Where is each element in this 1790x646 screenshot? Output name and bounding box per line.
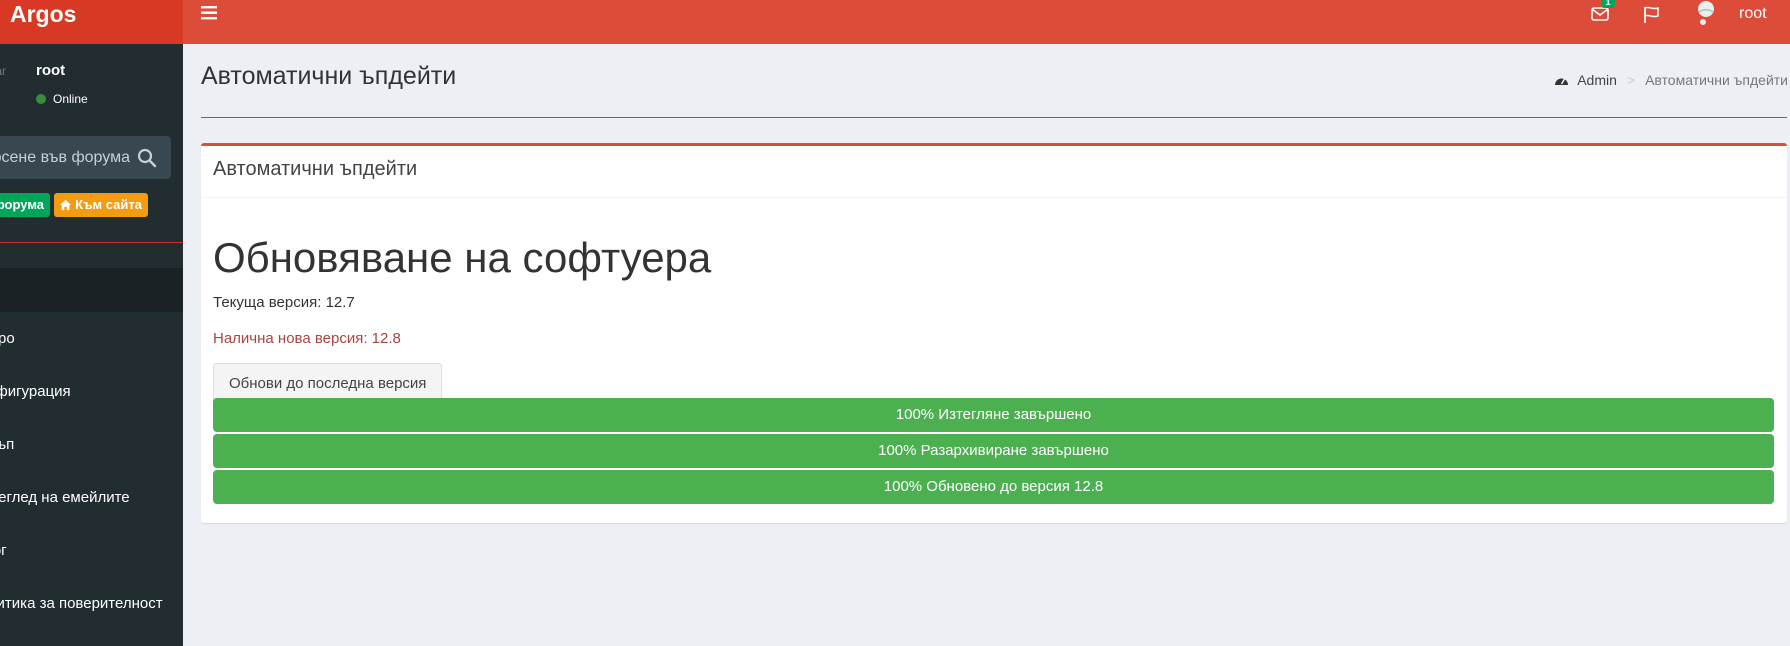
dashboard-icon: [1555, 78, 1569, 85]
sidebar-item-label: Бекъп: [0, 436, 15, 453]
box-title: Автоматични ъпдейти: [201, 146, 1787, 198]
updates-box: Автоматични ъпдейти Обновяване на софтуе…: [201, 143, 1787, 523]
user-status-label: Online: [53, 92, 88, 106]
app-logo[interactable]: Argos: [0, 0, 183, 44]
to-site-button[interactable]: Към сайта: [54, 193, 148, 217]
breadcrumb: Admin > Автоматични ъпдейти: [1554, 72, 1788, 88]
user-avatar: tar: [0, 64, 7, 78]
menu-toggle-icon[interactable]: [201, 6, 217, 20]
unzip-progress-bar: 100% Разархивиране завършено: [213, 434, 1774, 468]
sidebar-divider: [0, 242, 183, 243]
quick-links: Към форума Към сайта: [0, 193, 148, 217]
sidebar-item-configuration[interactable]: Конфигурация: [0, 365, 183, 418]
forum-search-input[interactable]: [0, 136, 130, 179]
envelope-icon[interactable]: [1591, 6, 1609, 22]
online-status-icon: [36, 94, 46, 104]
sidebar-menu: ро Конфигурация Бекъп Преглед на емейлит…: [0, 312, 183, 630]
user-status: Online: [36, 92, 88, 106]
flag-icon[interactable]: [1643, 6, 1661, 24]
navbar-username[interactable]: root: [1739, 5, 1767, 23]
new-version-text: Налична нова версия: 12.8: [213, 330, 401, 347]
top-navbar: 1 root: [183, 0, 1790, 44]
header-divider: [201, 117, 1787, 118]
update-progress: 100% Обновено до версия 12.8: [213, 470, 1774, 504]
sidebar-menu-header: [0, 268, 183, 312]
sidebar: Argos tar root Online Към форума Към сай…: [0, 0, 183, 646]
search-icon[interactable]: [137, 148, 157, 168]
page-title: Автоматични ъпдейти: [201, 62, 457, 90]
download-progress: 100% Изтегляне завършено: [213, 398, 1774, 432]
to-site-label: Към сайта: [75, 197, 142, 212]
user-panel: tar root Online: [0, 56, 183, 108]
breadcrumb-admin-link[interactable]: Admin: [1577, 72, 1617, 88]
home-icon: [60, 199, 72, 211]
sidebar-item-privacy[interactable]: Политика за поверителност: [0, 577, 183, 630]
sidebar-item-emails[interactable]: Преглед на емейлите: [0, 471, 183, 524]
to-forum-button[interactable]: Към форума: [0, 193, 50, 217]
sidebar-item[interactable]: ро: [0, 312, 183, 365]
unzip-progress: 100% Разархивиране завършено: [213, 434, 1774, 468]
sidebar-item-label: Политика за поверителност: [0, 595, 163, 612]
breadcrumb-separator: >: [1626, 72, 1636, 88]
sidebar-item-backup[interactable]: Бекъп: [0, 418, 183, 471]
sidebar-user-name: root: [36, 62, 66, 79]
update-to-latest-button[interactable]: Обнови до последна версия: [213, 363, 443, 403]
sidebar-item-log[interactable]: Лог: [0, 524, 183, 577]
download-progress-bar: 100% Изтегляне завършено: [213, 398, 1774, 432]
software-update-heading: Обновяване на софтуера: [213, 234, 712, 281]
sidebar-item-label: ро: [0, 330, 15, 347]
sidebar-item-label: Конфигурация: [0, 383, 71, 400]
sidebar-item-label: Лог: [0, 542, 7, 559]
update-progress-bar: 100% Обновено до версия 12.8: [213, 470, 1774, 504]
user-avatar-icon[interactable]: [1695, 0, 1717, 28]
sidebar-item-label: Преглед на емейлите: [0, 489, 130, 506]
mail-count-badge: 1: [1601, 0, 1615, 8]
current-version-text: Текуща версия: 12.7: [213, 294, 355, 311]
breadcrumb-current: Автоматични ъпдейти: [1645, 72, 1788, 88]
sidebar-search: [0, 136, 171, 179]
